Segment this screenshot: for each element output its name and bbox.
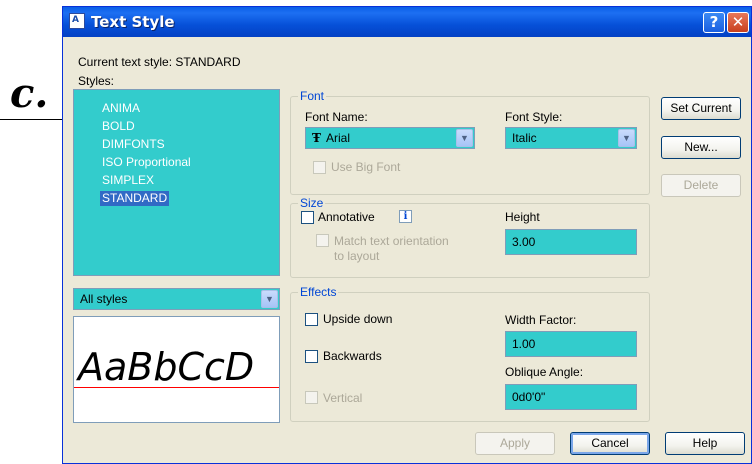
height-input[interactable]: 3.00	[505, 229, 637, 255]
list-item-selected[interactable]: STANDARD	[100, 191, 170, 206]
font-style-dropdown[interactable]: Italic ▼	[505, 127, 637, 149]
style-filter-value: All styles	[80, 292, 128, 306]
backwards-label: Backwards	[323, 349, 382, 363]
font-name-dropdown[interactable]: Ŧ Arial ▼	[305, 127, 475, 149]
effects-legend: Effects	[298, 285, 339, 299]
styles-label: Styles:	[78, 74, 115, 88]
info-icon[interactable]: i	[399, 210, 412, 223]
preview-text: AaBbCcD	[78, 345, 255, 389]
size-legend: Size	[298, 196, 326, 210]
upside-down-checkbox[interactable]	[305, 313, 318, 326]
annotative-checkbox[interactable]	[301, 211, 314, 224]
use-big-font-checkbox[interactable]	[313, 161, 326, 174]
backwards-checkbox[interactable]	[305, 350, 318, 363]
close-icon: ✕	[731, 13, 745, 31]
truetype-icon: Ŧ	[312, 131, 321, 145]
match-orientation-label-1: Match text orientation	[334, 234, 449, 248]
oblique-angle-label: Oblique Angle:	[505, 365, 584, 379]
list-item[interactable]: ISO Proportional	[100, 155, 193, 170]
close-button[interactable]: ✕	[727, 12, 749, 33]
font-name-value: Arial	[326, 131, 351, 145]
delete-style-button[interactable]: Delete	[661, 174, 741, 197]
width-factor-value: 1.00	[512, 337, 536, 351]
help-button[interactable]: Help	[665, 432, 745, 455]
match-orientation-label-2: to layout	[334, 249, 380, 263]
upside-down-label: Upside down	[323, 312, 393, 326]
style-filter-dropdown[interactable]: All styles ▼	[73, 288, 280, 310]
chevron-down-icon[interactable]: ▼	[456, 129, 473, 147]
list-item[interactable]: BOLD	[100, 119, 137, 134]
vertical-label: Vertical	[323, 391, 363, 405]
oblique-angle-input[interactable]: 0d0'0"	[505, 384, 637, 410]
text-style-dialog: A Text Style ? ✕ Current text style: STA…	[62, 6, 752, 464]
font-style-label: Font Style:	[505, 110, 563, 124]
new-style-button[interactable]: New...	[661, 136, 741, 159]
preview-baseline	[74, 387, 279, 388]
list-item[interactable]: SIMPLEX	[100, 173, 156, 188]
current-style-value: STANDARD	[175, 55, 241, 69]
chevron-down-icon[interactable]: ▼	[261, 290, 278, 308]
use-big-font-label: Use Big Font	[331, 160, 401, 174]
cancel-button[interactable]: Cancel	[570, 432, 650, 455]
height-label: Height	[505, 210, 540, 224]
width-factor-input[interactable]: 1.00	[505, 331, 637, 357]
window-title: Text Style	[91, 13, 175, 31]
annotative-label: Annotative	[318, 210, 375, 224]
title-bar[interactable]: A Text Style ? ✕	[63, 7, 751, 37]
styles-list[interactable]: ANIMA BOLD DIMFONTS ISO Proportional SIM…	[73, 89, 280, 276]
oblique-angle-value: 0d0'0"	[512, 390, 546, 404]
font-style-value: Italic	[512, 131, 537, 145]
background-label-c: c.	[10, 70, 49, 117]
font-name-label: Font Name:	[305, 110, 368, 124]
match-orientation-checkbox[interactable]	[316, 234, 329, 247]
width-factor-label: Width Factor:	[505, 313, 577, 327]
preview-box: AaBbCcD	[73, 316, 280, 423]
current-style-label: Current text style:	[78, 55, 173, 69]
vertical-checkbox[interactable]	[305, 391, 318, 404]
app-icon: A	[69, 13, 85, 29]
font-legend: Font	[298, 89, 327, 103]
background-rule	[0, 119, 62, 120]
height-value: 3.00	[512, 235, 536, 249]
list-item[interactable]: DIMFONTS	[100, 137, 167, 152]
question-icon: ?	[709, 13, 719, 31]
set-current-button[interactable]: Set Current	[661, 97, 741, 120]
chevron-down-icon[interactable]: ▼	[618, 129, 635, 147]
help-title-button[interactable]: ?	[703, 12, 725, 33]
current-style-text: Current text style: STANDARD	[78, 55, 241, 69]
apply-button[interactable]: Apply	[475, 432, 555, 455]
list-item[interactable]: ANIMA	[100, 101, 142, 116]
